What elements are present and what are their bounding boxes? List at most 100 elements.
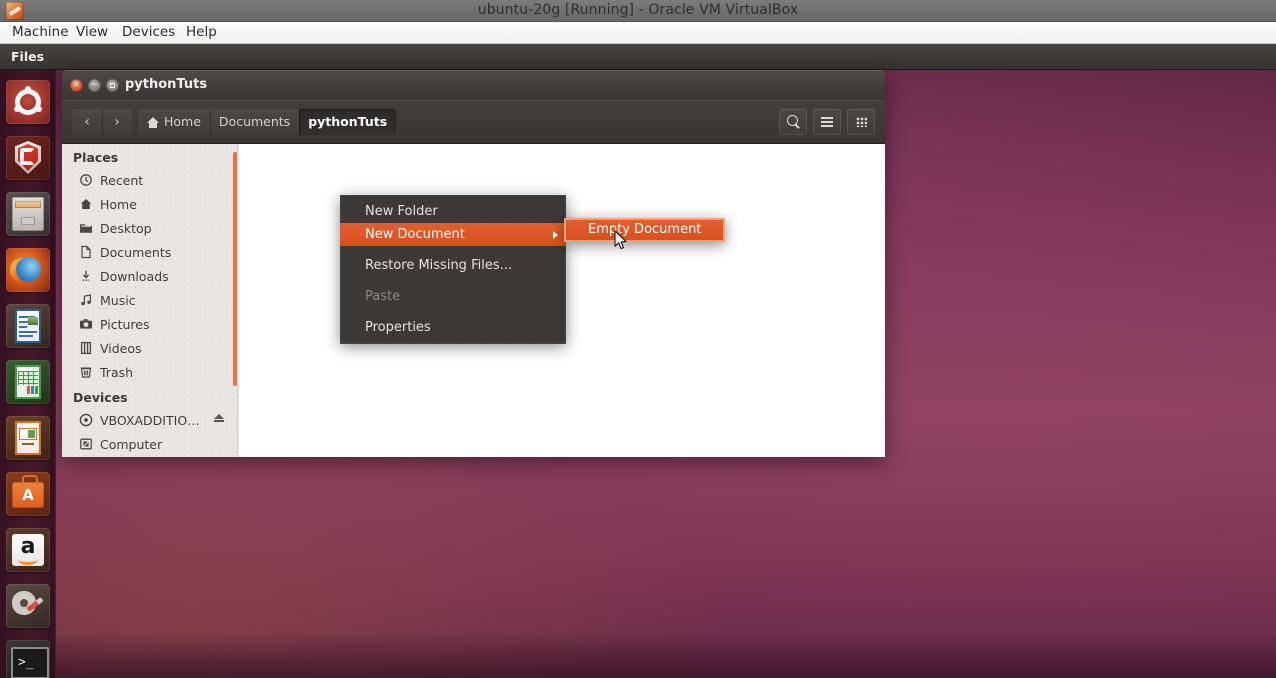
grid-view-icon (856, 117, 867, 127)
launcher-item-dash-home[interactable] (6, 80, 50, 124)
back-button[interactable]: ‹ (72, 109, 102, 135)
window-toolbar: ‹ › Home Documents pythonTuts (62, 100, 885, 144)
context-submenu: Empty Document (564, 218, 725, 242)
context-menu-item-properties[interactable]: Properties (340, 316, 566, 339)
minimize-icon: − (88, 79, 101, 92)
menu-help[interactable]: Help (180, 22, 223, 43)
context-menu-item-new-document[interactable]: New Document (340, 223, 566, 246)
sidebar-item-label: Recent (100, 173, 143, 188)
download-arrow-icon (79, 269, 93, 283)
amazon-icon: a (12, 534, 44, 566)
clock-icon (79, 173, 93, 187)
menu-separator (340, 277, 566, 285)
sidebar-item-home[interactable]: Home (62, 192, 238, 216)
virtualbox-window-title: ubuntu-20g [Running] - Oracle VM Virtual… (0, 0, 1276, 21)
unity-launcher: A a >_ (0, 70, 56, 678)
launcher-item-amazon[interactable]: a (6, 528, 50, 572)
menu-machine[interactable]: Machine (6, 22, 75, 43)
context-menu-item-new-folder[interactable]: New Folder (340, 200, 566, 223)
navigation-buttons: ‹ › (72, 109, 132, 135)
window-minimize-button[interactable]: − (88, 79, 101, 92)
sidebar-heading-places: Places (62, 144, 238, 168)
folder-icon (79, 221, 93, 235)
film-icon (79, 341, 93, 355)
trash-icon (79, 365, 93, 379)
home-icon (79, 197, 93, 211)
breadcrumb-label: Home (164, 109, 201, 135)
document-icon (79, 245, 93, 259)
breadcrumb-item-pythontuts[interactable]: pythonTuts (299, 109, 396, 135)
launcher-item-ubuntu-software-center[interactable]: A (6, 472, 50, 516)
panel-app-menu-files[interactable]: Files (6, 44, 49, 70)
window-title: pythonTuts (125, 70, 207, 100)
sidebar-item-label: Downloads (100, 269, 169, 284)
launcher-item-libreoffice-writer[interactable] (6, 304, 50, 348)
sidebar-item-label: Music (100, 293, 136, 308)
launcher-item-libreoffice-impress[interactable] (6, 416, 50, 460)
launcher-item-libreoffice-calc[interactable] (6, 360, 50, 404)
close-icon: × (70, 79, 83, 92)
sidebar-item-music[interactable]: Music (62, 288, 238, 312)
launcher-item-system-settings[interactable] (6, 584, 50, 628)
virtualbox-menubar: Machine View Devices Help (0, 22, 1276, 44)
context-menu-item-paste: Paste (340, 285, 566, 308)
window-close-button[interactable]: × (70, 79, 83, 92)
context-menu-item-restore-missing-files[interactable]: Restore Missing Files... (340, 254, 566, 277)
context-menu: New Folder New Document Restore Missing … (340, 195, 566, 344)
maximize-icon (106, 79, 119, 92)
submenu-arrow-icon (553, 231, 558, 239)
eject-icon[interactable] (214, 414, 224, 419)
launcher-item-files[interactable] (6, 192, 50, 236)
firefox-icon (16, 257, 41, 282)
sidebar-item-label: Computer (100, 437, 162, 452)
breadcrumb-item-documents[interactable]: Documents (210, 109, 299, 135)
hamburger-menu-icon (821, 117, 833, 127)
disc-icon (79, 413, 93, 427)
sidebar-item-documents[interactable]: Documents (62, 240, 238, 264)
sidebar-item-label: Videos (100, 341, 142, 356)
launcher-item-comodo[interactable] (6, 136, 50, 180)
launcher-item-terminal[interactable]: >_ (6, 640, 50, 678)
sidebar-heading-devices: Devices (62, 384, 238, 408)
window-maximize-button[interactable] (106, 79, 119, 92)
virtualbox-titlebar: ubuntu-20g [Running] - Oracle VM Virtual… (0, 0, 1276, 22)
sidebar-item-trash[interactable]: Trash (62, 360, 238, 384)
breadcrumb: Home Documents pythonTuts (138, 109, 396, 135)
sidebar-item-label: VBOXADDITIO… (100, 413, 200, 428)
computer-icon (79, 437, 93, 451)
context-menu-item-label: New Document (365, 227, 465, 242)
sidebar-item-label: Pictures (100, 317, 150, 332)
sidebar-item-label: Documents (100, 245, 171, 260)
screen-root: ubuntu-20g [Running] - Oracle VM Virtual… (0, 0, 1276, 678)
ubuntu-top-panel: Files (0, 44, 1276, 70)
sidebar-item-label: Desktop (100, 221, 152, 236)
sidebar-item-label: Home (100, 197, 137, 212)
music-note-icon (79, 293, 93, 307)
launcher-item-firefox[interactable] (6, 248, 50, 292)
toolbar-buttons (779, 109, 875, 135)
sidebar-item-videos[interactable]: Videos (62, 336, 238, 360)
places-sidebar: Places Recent Home (62, 144, 238, 457)
sidebar-item-pictures[interactable]: Pictures (62, 312, 238, 336)
search-icon (787, 115, 798, 126)
sidebar-item-computer[interactable]: Computer (62, 432, 238, 456)
sidebar-item-label: Trash (100, 365, 133, 380)
menu-separator (340, 246, 566, 254)
menu-view[interactable]: View (70, 22, 114, 43)
sidebar-item-recent[interactable]: Recent (62, 168, 238, 192)
view-grid-button[interactable] (847, 109, 875, 135)
menu-button[interactable] (813, 109, 841, 135)
breadcrumb-item-home[interactable]: Home (138, 109, 210, 135)
sidebar-scrollbar[interactable] (233, 152, 237, 386)
menu-devices[interactable]: Devices (116, 22, 181, 43)
sidebar-item-vboxadditions[interactable]: VBOXADDITIO… (62, 408, 238, 432)
search-button[interactable] (779, 109, 807, 135)
camera-icon (79, 317, 93, 331)
sidebar-item-downloads[interactable]: Downloads (62, 264, 238, 288)
forward-button[interactable]: › (102, 109, 132, 135)
sidebar-item-desktop[interactable]: Desktop (62, 216, 238, 240)
breadcrumb-label: Documents (219, 109, 290, 135)
submenu-item-empty-document[interactable]: Empty Document (564, 218, 725, 242)
window-titlebar: × − pythonTuts (62, 70, 885, 100)
breadcrumb-label: pythonTuts (308, 109, 387, 135)
